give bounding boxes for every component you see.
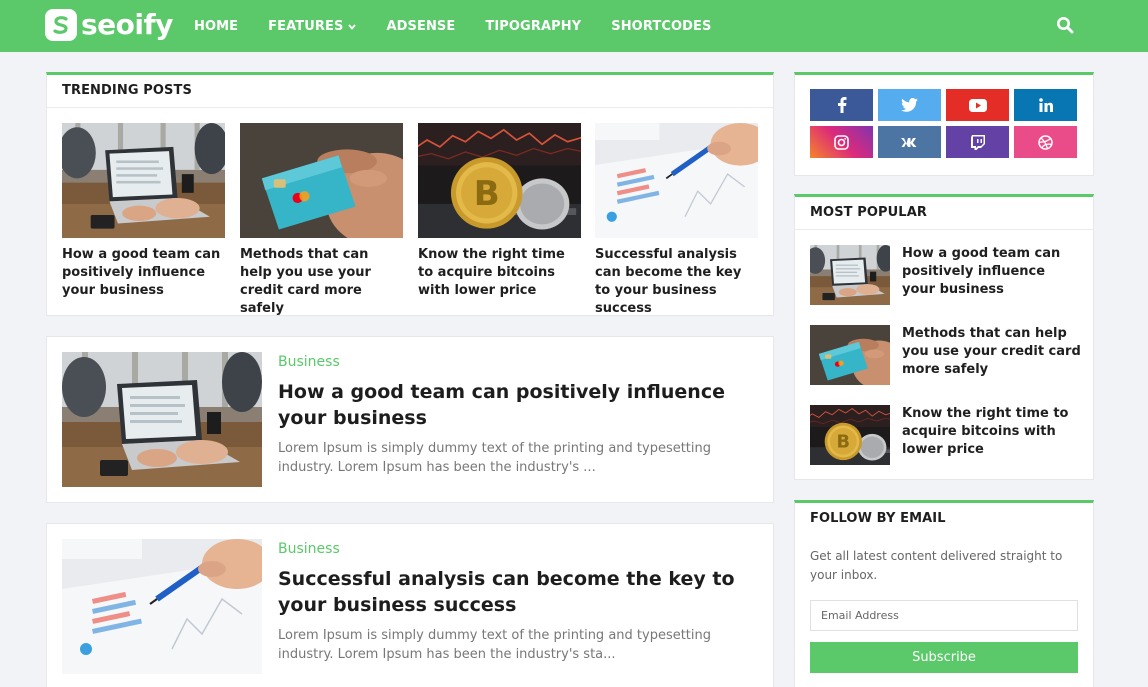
nav-item-label: FEATURES [268,18,344,34]
top-navigation-bar: seoify HOME FEATURES ADSENSE TIPOGRAPHY … [0,0,1148,52]
popular-post-title[interactable]: Methods that can help you use your credi… [902,325,1082,379]
post-thumbnail[interactable] [62,539,262,674]
nav-item-home[interactable]: HOME [194,19,238,34]
dribbble-icon[interactable] [1014,126,1077,158]
widget-title: FOLLOW BY EMAIL [810,511,946,526]
popular-post-title[interactable]: Know the right time to acquire bitcoins … [902,405,1082,459]
nav-item-label: TIPOGRAPHY [485,18,582,34]
site-logo[interactable]: seoify [45,8,173,42]
trending-post-title[interactable]: Know the right time to acquire bitcoins … [418,246,581,300]
main-menu: HOME FEATURES ADSENSE TIPOGRAPHY SHORTCO… [194,0,741,52]
post-thumbnail[interactable] [810,245,890,305]
post-thumbnail[interactable] [810,325,890,385]
post-category-link[interactable]: Business [278,541,340,557]
linkedin-icon[interactable] [1014,89,1077,121]
instagram-icon[interactable] [810,126,873,158]
email-address-input[interactable] [810,600,1078,631]
follow-by-email-widget: FOLLOW BY EMAIL Get all latest content d… [794,500,1094,687]
nav-item-label: HOME [194,18,239,34]
subscribe-button[interactable]: Subscribe [810,642,1078,673]
facebook-icon[interactable] [810,89,873,121]
social-widget [794,72,1094,176]
twitter-icon[interactable] [878,89,941,121]
follow-description: Get all latest content delivered straigh… [810,549,1063,582]
post-title[interactable]: How a good team can positively influence… [278,379,748,431]
trending-post: Successful analysis can become the key t… [595,123,758,318]
nav-item-adsense[interactable]: ADSENSE [386,19,455,34]
widget-title: TRENDING POSTS [47,75,773,108]
trending-post-title[interactable]: Methods that can help you use your credi… [240,246,403,318]
nav-item-shortcodes[interactable]: SHORTCODES [611,19,711,34]
twitch-icon[interactable] [946,126,1009,158]
post-category-link[interactable]: Business [278,354,340,370]
post-thumbnail[interactable] [595,123,758,238]
youtube-icon[interactable] [946,89,1009,121]
post-excerpt: Lorem Ipsum is simply dummy text of the … [278,441,712,475]
post-thumbnail[interactable] [62,352,262,487]
popular-post: How a good team can positively influence… [810,245,1079,305]
post-card: Business How a good team can positively … [46,336,774,503]
popular-post: Methods that can help you use your credi… [810,325,1082,385]
logo-mark-icon [45,9,77,41]
post-thumbnail[interactable] [418,123,581,238]
trending-posts-widget: TRENDING POSTS How a good team can posit… [46,72,774,316]
popular-post-title[interactable]: How a good team can positively influence… [902,245,1082,299]
trending-post: How a good team can positively influence… [62,123,225,300]
nav-item-tipography[interactable]: TIPOGRAPHY [485,19,581,34]
nav-item-label: SHORTCODES [611,18,712,34]
post-thumbnail[interactable] [62,123,225,238]
post-excerpt: Lorem Ipsum is simply dummy text of the … [278,628,712,662]
logo-text: seoify [81,8,173,41]
nav-item-label: ADSENSE [386,18,456,34]
chevron-down-icon [348,19,357,34]
nav-item-features[interactable]: FEATURES [268,18,357,34]
trending-post-title[interactable]: Successful analysis can become the key t… [595,246,758,318]
post-card: Business Successful analysis can become … [46,523,774,687]
most-popular-widget: MOST POPULAR How a good team can positiv… [794,194,1094,480]
post-thumbnail[interactable] [810,405,890,465]
trending-post: Know the right time to acquire bitcoins … [418,123,581,300]
widget-title: MOST POPULAR [795,197,1093,230]
vk-icon[interactable] [878,126,941,158]
post-title[interactable]: Successful analysis can become the key t… [278,566,748,618]
search-icon[interactable] [1056,16,1076,36]
trending-post: Methods that can help you use your credi… [240,123,403,318]
social-buttons [810,89,1079,158]
post-thumbnail[interactable] [240,123,403,238]
popular-post: Know the right time to acquire bitcoins … [810,405,1079,465]
trending-post-title[interactable]: How a good team can positively influence… [62,246,225,300]
